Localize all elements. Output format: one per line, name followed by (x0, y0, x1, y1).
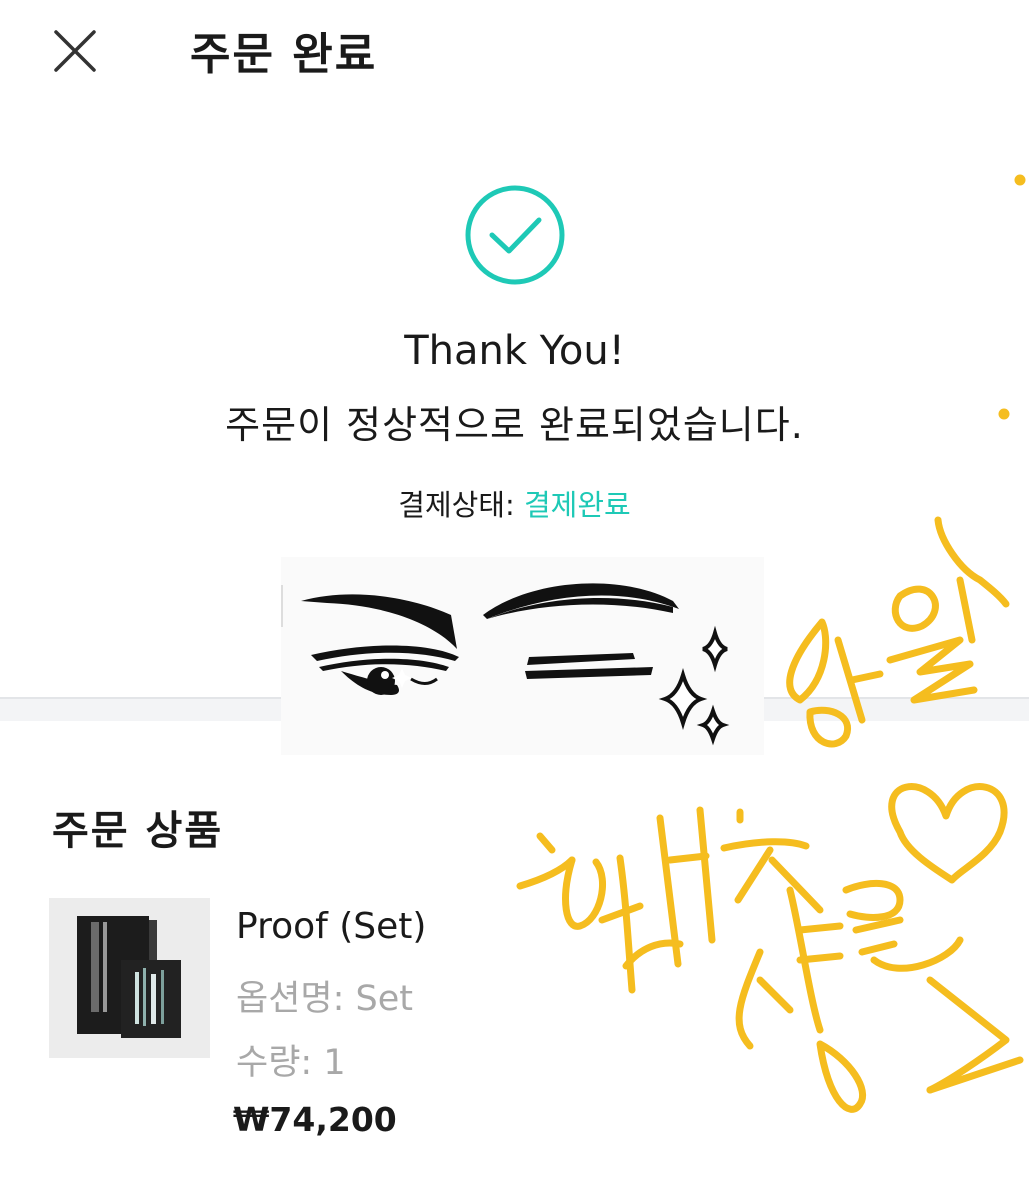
page-title: 주문 완료 (190, 29, 378, 80)
close-icon (54, 30, 96, 72)
product-option: 옵션명: Set (236, 979, 413, 1019)
header-bar: 주문 완료 (0, 0, 1029, 100)
payment-status: 결제상태: 결제완료 (0, 482, 1029, 524)
product-thumbnail (49, 898, 210, 1058)
wink-eyes-sticker (281, 557, 764, 755)
order-items-title: 주문 상품 (52, 808, 224, 854)
payment-status-value: 결제완료 (523, 488, 631, 522)
product-quantity: 수량: 1 (236, 1043, 346, 1083)
product-price: ₩74,200 (233, 1100, 397, 1139)
order-complete-message: 주문이 정상적으로 완료되었습니다. (225, 403, 804, 447)
thank-you-heading: Thank You! (404, 328, 625, 374)
payment-status-label: 결제상태: (398, 488, 524, 522)
close-button[interactable] (52, 28, 98, 74)
check-circle-icon (465, 185, 565, 285)
product-name: Proof (Set) (236, 906, 427, 947)
